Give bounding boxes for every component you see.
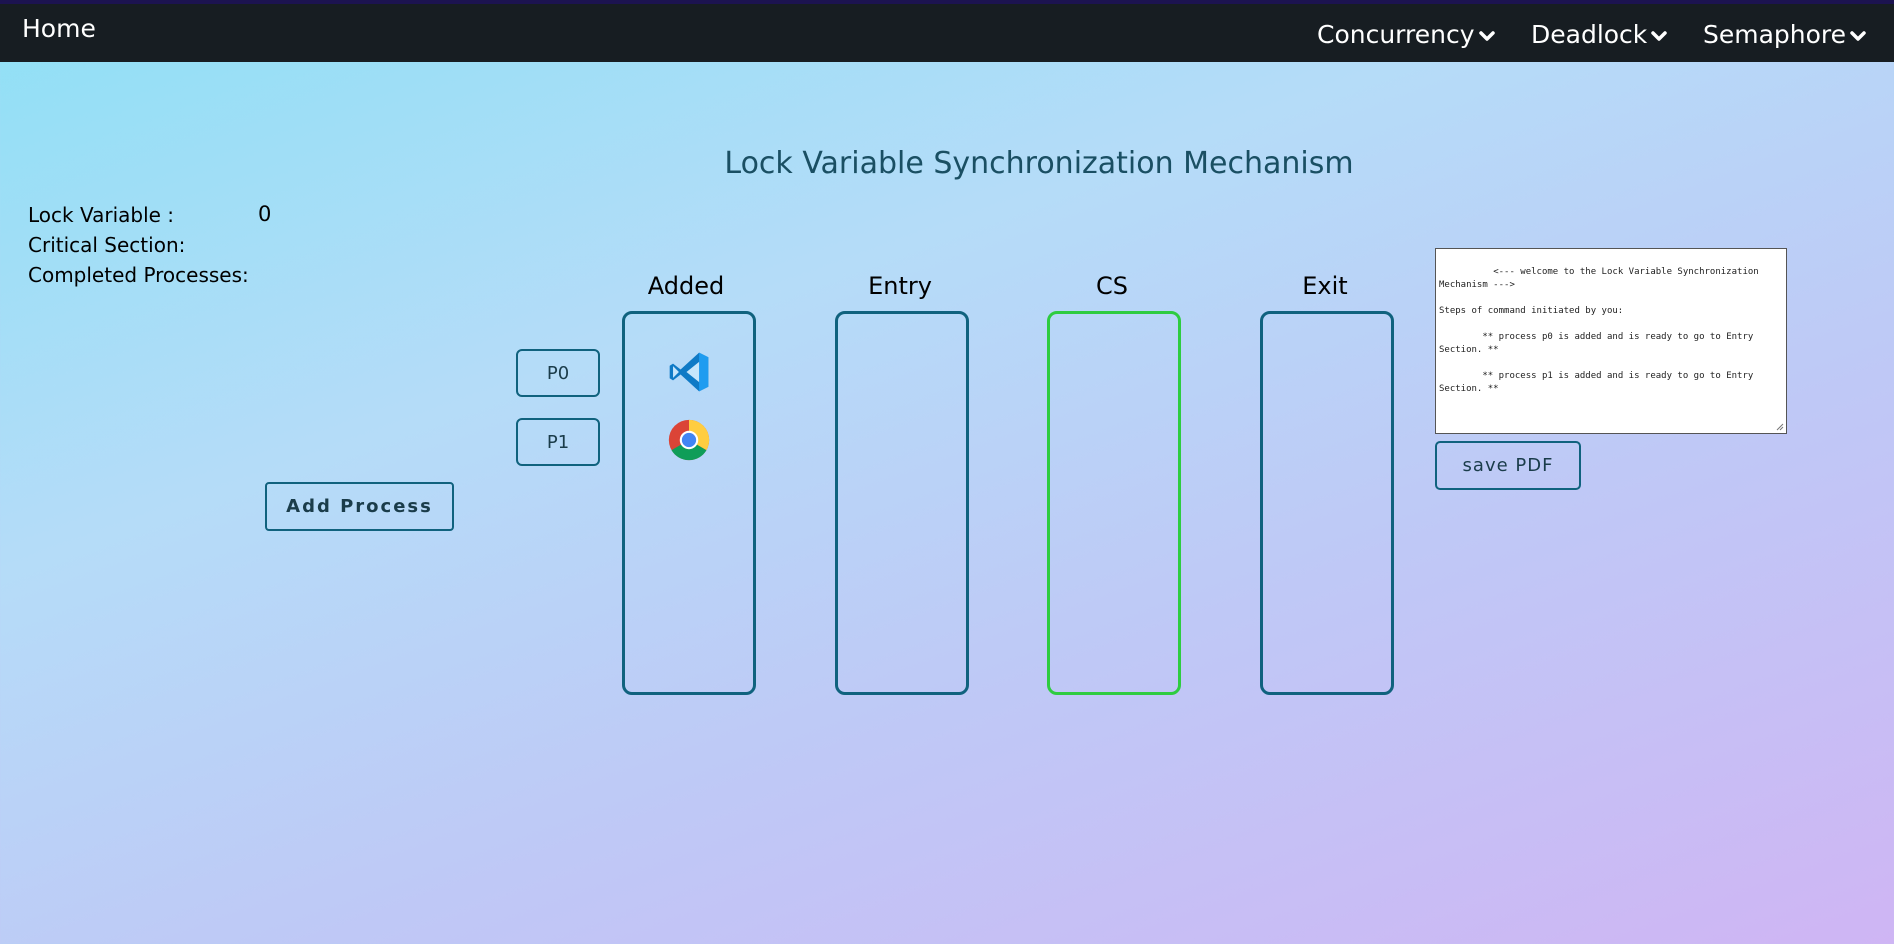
process-button-p1[interactable]: P1 — [516, 418, 600, 466]
lock-variable-value: 0 — [258, 202, 272, 226]
resize-handle-icon[interactable] — [1774, 421, 1784, 431]
critical-section-label: Critical Section: — [28, 233, 186, 257]
column-header-entry: Entry — [868, 272, 932, 300]
log-textarea[interactable]: <--- welcome to the Lock Variable Synchr… — [1435, 248, 1787, 434]
chrome-icon[interactable] — [668, 419, 710, 461]
page-title: Lock Variable Synchronization Mechanism — [724, 146, 1354, 181]
completed-processes-label: Completed Processes: — [28, 263, 249, 287]
log-text: <--- welcome to the Lock Variable Synchr… — [1439, 267, 1759, 394]
lock-variable-label: Lock Variable : — [28, 203, 175, 227]
save-pdf-button[interactable]: save PDF — [1435, 441, 1581, 490]
menu-deadlock-label: Deadlock — [1531, 20, 1648, 49]
column-exit — [1260, 311, 1394, 695]
process-button-p0[interactable]: P0 — [516, 349, 600, 397]
column-entry — [835, 311, 969, 695]
chevron-down-icon — [1651, 31, 1668, 41]
column-header-cs: CS — [1096, 272, 1128, 300]
menu-concurrency-label: Concurrency — [1317, 20, 1475, 49]
column-header-added: Added — [647, 272, 725, 300]
add-process-button[interactable]: Add Process — [265, 482, 454, 531]
menu-semaphore-label: Semaphore — [1703, 20, 1847, 49]
navbar: Home Concurrency Deadlock Semaphore — [0, 4, 1894, 62]
menu-deadlock[interactable]: Deadlock — [1531, 20, 1668, 49]
chevron-down-icon — [1850, 31, 1866, 41]
home-link[interactable]: Home — [22, 14, 96, 43]
vscode-icon[interactable] — [668, 351, 710, 393]
column-header-exit: Exit — [1302, 272, 1348, 300]
menu-semaphore[interactable]: Semaphore — [1703, 20, 1866, 49]
column-cs — [1047, 311, 1181, 695]
menu-concurrency[interactable]: Concurrency — [1317, 20, 1495, 49]
chevron-down-icon — [1478, 31, 1495, 41]
